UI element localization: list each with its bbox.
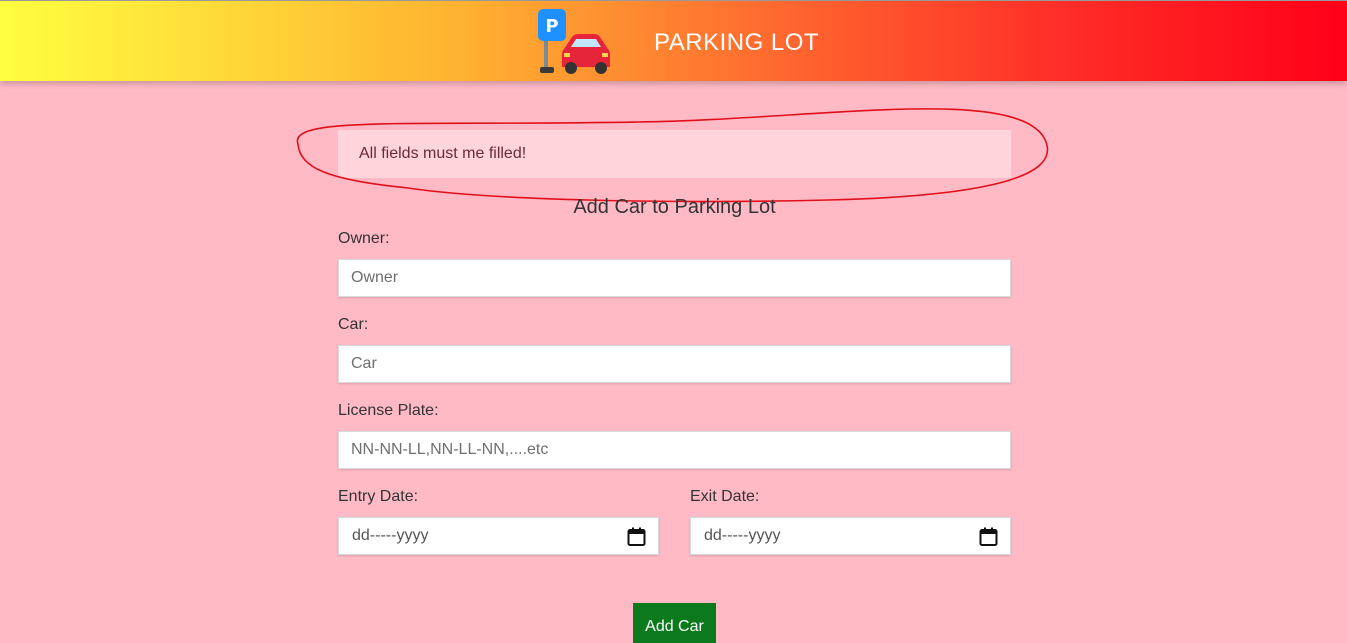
owner-label: Owner:: [338, 230, 390, 247]
license-plate-input[interactable]: [338, 431, 1011, 469]
exit-date-input[interactable]: dd-----yyyy: [690, 517, 1011, 555]
calendar-icon[interactable]: [627, 527, 646, 546]
validation-alert: All fields must me filled!: [338, 130, 1011, 178]
entry-date-input[interactable]: dd-----yyyy: [338, 517, 659, 555]
svg-text:P: P: [545, 16, 558, 37]
entry-date-placeholder: dd-----yyyy: [352, 527, 429, 544]
exit-date-placeholder: dd-----yyyy: [704, 527, 781, 544]
owner-input[interactable]: [338, 259, 1011, 297]
parking-car-icon: P: [538, 9, 610, 74]
form-title: Add Car to Parking Lot: [573, 196, 776, 218]
car-input[interactable]: [338, 345, 1011, 383]
exit-date-label: Exit Date:: [690, 488, 760, 505]
calendar-icon[interactable]: [979, 527, 998, 546]
app-header: P PARKING LOT: [0, 0, 1347, 81]
license-plate-label: License Plate:: [338, 402, 439, 419]
car-label: Car:: [338, 316, 369, 333]
add-car-button[interactable]: Add Car: [633, 603, 716, 643]
entry-date-label: Entry Date:: [338, 488, 419, 505]
app-title: PARKING LOT: [654, 29, 820, 56]
